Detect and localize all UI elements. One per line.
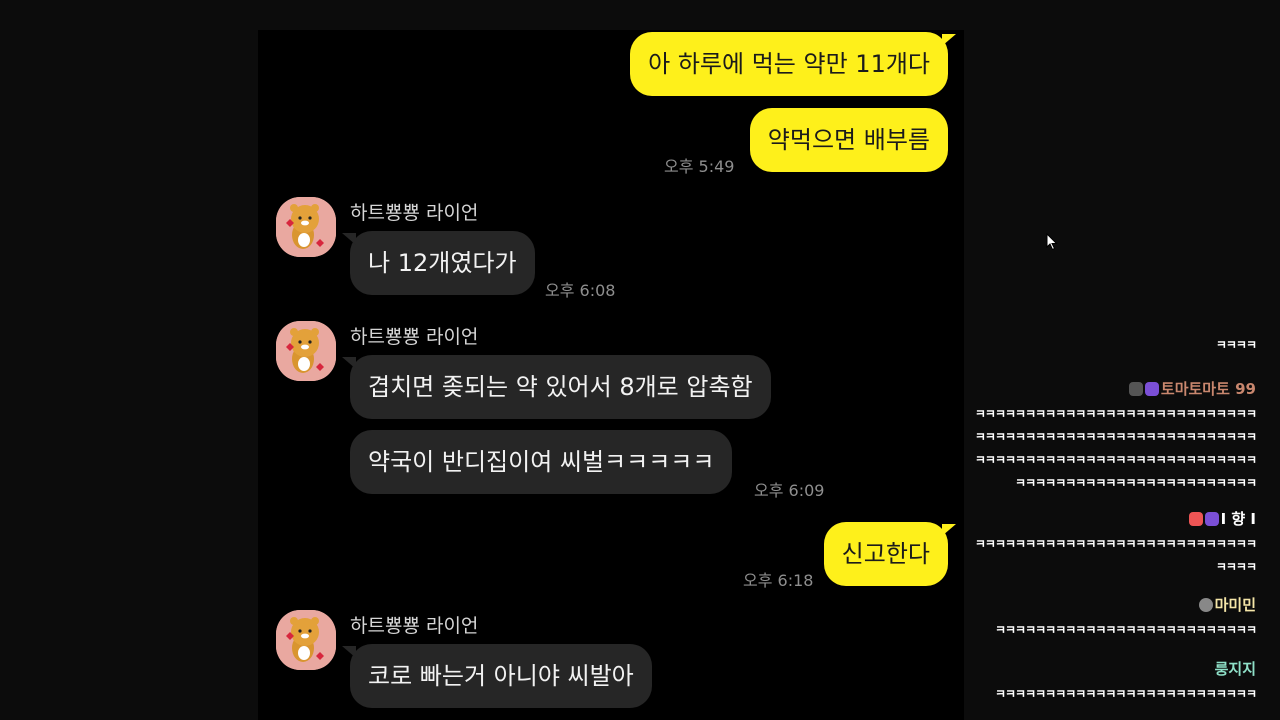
live-chat-message: 토마토마토 99 ㅋㅋㅋㅋㅋㅋㅋㅋㅋㅋㅋㅋㅋㅋㅋㅋㅋㅋㅋㅋㅋㅋㅋㅋㅋㅋㅋㅋ ㅋㅋ…: [974, 378, 1257, 491]
live-chat-text: ㅋㅋㅋㅋㅋㅋㅋㅋㅋㅋㅋㅋㅋㅋㅋㅋㅋㅋㅋㅋㅋㅋㅋㅋㅋㅋ: [994, 623, 1257, 637]
kakaotalk-chat-panel: 아 하루에 먹는 약만 11개다 약먹으면 배부름 오후 5:49 하트뿅뿅 라…: [258, 30, 964, 720]
live-chat-text: ㅋㅋㅋㅋㅋㅋㅋㅋㅋㅋㅋㅋㅋㅋㅋㅋㅋㅋㅋㅋㅋㅋㅋㅋ: [1015, 476, 1257, 490]
face-emoji-icon: [1188, 512, 1203, 526]
leaf-badge-icon: [1198, 598, 1213, 612]
my-message-bubble: 약먹으면 배부름: [749, 108, 948, 172]
live-chat-username: 마미민: [995, 594, 1256, 615]
message-timestamp: 오후 6:09: [754, 481, 825, 500]
live-chat-overlay: ㅋㅋㅋㅋ 토마토마토 99 ㅋㅋㅋㅋㅋㅋㅋㅋㅋㅋㅋㅋㅋㅋㅋㅋㅋㅋㅋㅋㅋㅋㅋㅋㅋㅋ…: [930, 330, 1270, 720]
live-chat-username: 룽지지: [1214, 660, 1256, 678]
ryan-avatar-icon[interactable]: [276, 610, 336, 670]
ryan-character-icon: [276, 197, 336, 257]
friend-message-bubble: 약국이 반디집이여 씨벌ㅋㅋㅋㅋㅋ: [350, 430, 733, 494]
live-chat-message: 마미민 ㅋㅋㅋㅋㅋㅋㅋㅋㅋㅋㅋㅋㅋㅋㅋㅋㅋㅋㅋㅋㅋㅋㅋㅋㅋㅋ: [994, 594, 1257, 638]
live-chat-username: I 향 I: [975, 508, 1256, 529]
sender-name: 하트뿅뿅 라이언: [350, 202, 479, 224]
friend-message-bubble: 코로 빠는거 아니야 씨발아: [342, 644, 652, 708]
ryan-character-icon: [276, 610, 336, 670]
video-frame: 아 하루에 먹는 약만 11개다 약먹으면 배부름 오후 5:49 하트뿅뿅 라…: [0, 0, 1280, 720]
sunglasses-emoji-icon: [1128, 382, 1143, 396]
sender-name: 하트뿅뿅 라이언: [350, 326, 479, 348]
sender-name: 하트뿅뿅 라이언: [350, 615, 479, 637]
message-text: 겹치면 좆되는 약 있어서 8개로 압축함: [368, 373, 753, 401]
live-chat-text: ㅋㅋㅋㅋㅋㅋㅋㅋㅋㅋㅋㅋㅋㅋㅋㅋㅋㅋㅋㅋㅋㅋㅋㅋㅋㅋㅋㅋ: [974, 430, 1257, 444]
message-text: 약먹으면 배부름: [767, 126, 930, 154]
live-chat-text: ㅋㅋㅋㅋ: [1215, 338, 1257, 352]
live-chat-message: 룽지지 ㅋㅋㅋㅋㅋㅋㅋㅋㅋㅋㅋㅋㅋㅋㅋㅋㅋㅋㅋㅋㅋㅋㅋㅋㅋㅋ: [994, 658, 1257, 702]
mouse-cursor-icon: [1046, 233, 1058, 251]
message-timestamp: 오후 5:49: [664, 157, 735, 176]
live-chat-message: ㅋㅋㅋㅋ: [1215, 336, 1257, 353]
message-text: 약국이 반디집이여 씨벌ㅋㅋㅋㅋㅋ: [368, 448, 715, 476]
ryan-avatar-icon[interactable]: [276, 321, 336, 381]
live-chat-text: ㅋㅋㅋㅋㅋㅋㅋㅋㅋㅋㅋㅋㅋㅋㅋㅋㅋㅋㅋㅋㅋㅋㅋㅋㅋㅋ: [994, 687, 1257, 701]
live-chat-text: ㅋㅋㅋㅋㅋㅋㅋㅋㅋㅋㅋㅋㅋㅋㅋㅋㅋㅋㅋㅋㅋㅋㅋㅋㅋㅋㅋㅋ: [974, 453, 1257, 467]
ryan-avatar-icon[interactable]: [276, 197, 336, 257]
message-timestamp: 오후 6:18: [743, 571, 814, 590]
message-text: 나 12개였다가: [368, 249, 517, 277]
live-chat-username: 토마토마토 99: [975, 378, 1256, 399]
message-text: 신고한다: [841, 540, 930, 568]
live-chat-message: I 향 I ㅋㅋㅋㅋㅋㅋㅋㅋㅋㅋㅋㅋㅋㅋㅋㅋㅋㅋㅋㅋㅋㅋㅋㅋㅋㅋㅋㅋ ㅋㅋㅋㅋ: [974, 508, 1257, 575]
heart-badge-icon: [1204, 512, 1219, 526]
live-chat-text: ㅋㅋㅋㅋㅋㅋㅋㅋㅋㅋㅋㅋㅋㅋㅋㅋㅋㅋㅋㅋㅋㅋㅋㅋㅋㅋㅋㅋ: [974, 537, 1257, 551]
message-text: 아 하루에 먹는 약만 11개다: [648, 50, 930, 78]
friend-message-bubble: 겹치면 좆되는 약 있어서 8개로 압축함: [342, 355, 771, 419]
heart-badge-icon: [1144, 382, 1159, 396]
ryan-character-icon: [276, 321, 336, 381]
message-timestamp: 오후 6:08: [545, 281, 616, 300]
message-text: 코로 빠는거 아니야 씨발아: [368, 662, 634, 690]
my-message-bubble: 아 하루에 먹는 약만 11개다: [630, 32, 956, 96]
friend-message-bubble: 나 12개였다가: [342, 231, 535, 295]
live-chat-text: ㅋㅋㅋㅋㅋㅋㅋㅋㅋㅋㅋㅋㅋㅋㅋㅋㅋㅋㅋㅋㅋㅋㅋㅋㅋㅋㅋㅋ: [974, 407, 1257, 421]
live-chat-text: ㅋㅋㅋㅋ: [1215, 560, 1257, 574]
